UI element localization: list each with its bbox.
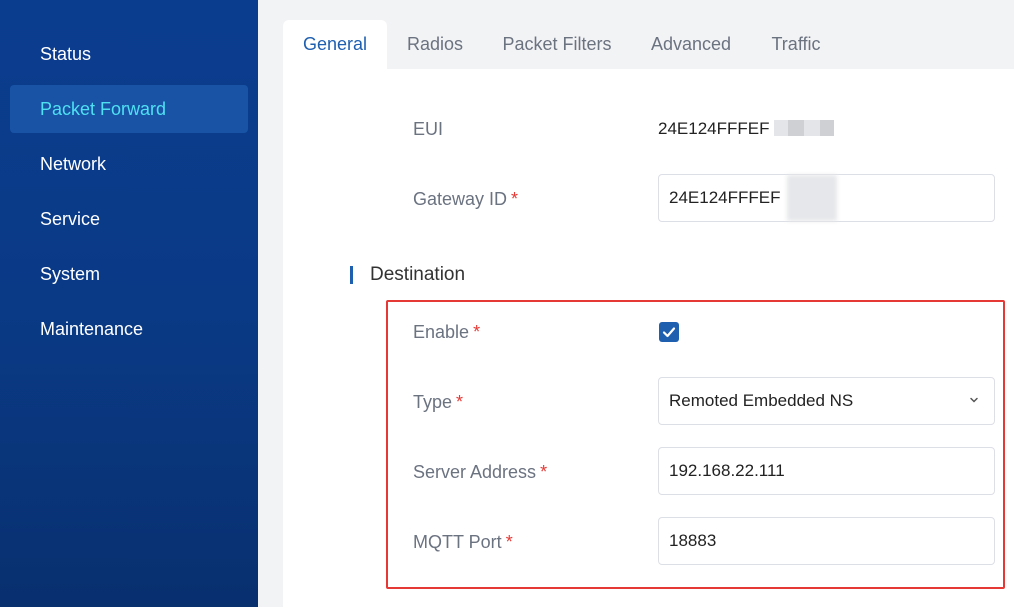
destination-title: Destination	[370, 264, 466, 285]
required-mark: *	[456, 392, 464, 412]
sidebar-item-maintenance[interactable]: Maintenance	[10, 305, 248, 353]
enable-label: Enable *	[413, 322, 480, 343]
eui-redacted	[774, 120, 835, 136]
gateway-id-label-text: Gateway ID	[413, 189, 508, 209]
sidebar-item-packet-forward[interactable]: Packet Forward	[10, 85, 248, 133]
eui-value-text: 24E124FFFEF	[658, 119, 770, 138]
type-label: Type *	[413, 392, 463, 413]
server-address-label: Server Address *	[413, 462, 547, 483]
gateway-id-redacted	[787, 175, 837, 221]
tab-traffic[interactable]: Traffic	[761, 20, 831, 69]
gateway-id-input[interactable]: 24E124FFFEF	[658, 174, 995, 222]
server-address-input[interactable]: 192.168.22.111	[658, 447, 995, 495]
sidebar-item-network[interactable]: Network	[10, 140, 248, 188]
enable-label-text: Enable	[413, 322, 470, 342]
type-select-value: Remoted Embedded NS	[669, 391, 854, 410]
mqtt-port-label: MQTT Port *	[413, 532, 513, 553]
eui-value: 24E124FFFEF	[658, 119, 835, 139]
gateway-id-label: Gateway ID *	[413, 189, 518, 210]
main-content: General Radios Packet Filters Advanced T…	[258, 0, 1014, 607]
tab-packet-filters[interactable]: Packet Filters	[492, 20, 622, 69]
mqtt-port-input[interactable]: 18883	[658, 517, 995, 565]
eui-label: EUI	[413, 119, 444, 139]
mqtt-port-label-text: MQTT Port	[413, 532, 502, 552]
server-address-label-text: Server Address	[413, 462, 537, 482]
chevron-down-icon	[970, 397, 978, 403]
tab-general[interactable]: General	[283, 20, 387, 69]
required-mark: *	[473, 322, 481, 342]
checkmark-icon	[662, 327, 676, 338]
tab-radios[interactable]: Radios	[398, 20, 472, 69]
type-label-text: Type	[413, 392, 453, 412]
required-mark: *	[540, 462, 548, 482]
section-accent-bar	[350, 266, 353, 284]
gateway-id-value: 24E124FFFEF	[669, 188, 781, 207]
sidebar-item-status[interactable]: Status	[10, 30, 248, 78]
tab-bar: General Radios Packet Filters Advanced T…	[258, 0, 1014, 69]
tab-advanced[interactable]: Advanced	[642, 20, 740, 69]
type-select[interactable]: Remoted Embedded NS	[658, 377, 995, 425]
sidebar: Status Packet Forward Network Service Sy…	[0, 0, 258, 607]
sidebar-item-service[interactable]: Service	[10, 195, 248, 243]
required-mark: *	[511, 189, 519, 209]
sidebar-item-system[interactable]: System	[10, 250, 248, 298]
required-mark: *	[505, 532, 513, 552]
enable-checkbox[interactable]	[659, 322, 679, 342]
general-panel: EUI 24E124FFFEF Gateway ID * 24E124FFFEF …	[283, 69, 1014, 607]
